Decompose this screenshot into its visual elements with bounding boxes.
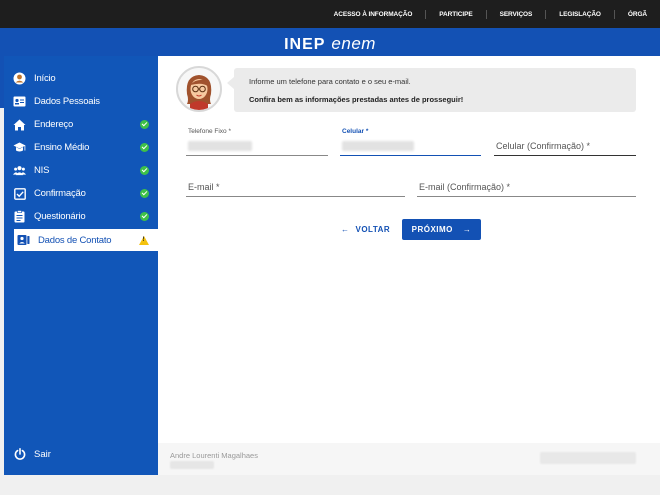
users-icon — [13, 164, 26, 177]
sidebar-item-label: Dados de Contato — [38, 234, 112, 246]
user-name: Andre Lourenti Magalhaes — [170, 451, 258, 460]
sidebar-item-label: Ensino Médio — [34, 142, 90, 153]
back-label: VOLTAR — [355, 225, 391, 234]
main-content: Informe um telefone para contato e o seu… — [158, 56, 660, 443]
sidebar-item-endereco[interactable]: Endereço — [4, 113, 158, 136]
email-placeholder: E-mail * — [188, 182, 220, 192]
celular-confirmacao-field[interactable]: Celular (Confirmação) * — [494, 128, 636, 156]
telefone-fixo-label: Telefone Fixo * — [188, 128, 231, 135]
nav-link-orgaos[interactable]: ÓRGÃ — [615, 11, 660, 18]
sidebar-item-label: Confirmação — [34, 188, 86, 199]
next-label: PRÓXIMO — [411, 225, 453, 234]
sidebar-item-label: Início — [34, 73, 56, 84]
sidebar-item-label: NIS — [34, 165, 50, 176]
top-nav: ACESSO À INFORMAÇÃO PARTICIPE SERVIÇOS L… — [321, 0, 660, 28]
email-confirmacao-field[interactable]: E-mail (Confirmação) * — [417, 176, 636, 197]
sidebar-item-dados-pessoais[interactable]: Dados Pessoais — [4, 90, 158, 113]
message-line-2: Confira bem as informações prestadas ant… — [249, 95, 464, 104]
field-underline — [186, 196, 405, 197]
nav-link-participe[interactable]: PARTICIPE — [426, 11, 485, 18]
arrow-left-icon: ← — [341, 225, 350, 234]
arrow-right-icon: → — [462, 225, 472, 234]
inep-enem-logo[interactable]: INEP enem — [0, 34, 660, 54]
field-underline — [340, 154, 481, 156]
sidebar-item-confirmacao[interactable]: Confirmação — [4, 182, 158, 205]
instruction-message: Informe um telefone para contato e o seu… — [227, 68, 636, 112]
footer-info-redacted — [540, 452, 636, 464]
check-circle-icon — [140, 212, 149, 221]
sidebar-item-label: Dados Pessoais — [34, 96, 100, 107]
logout-button[interactable]: Sair — [4, 444, 158, 464]
logout-label: Sair — [34, 448, 51, 460]
message-line-1: Informe um telefone para contato e o seu… — [249, 77, 411, 86]
check-circle-icon — [140, 166, 149, 175]
telefone-fixo-value-redacted — [188, 141, 252, 151]
check-circle-icon — [140, 189, 149, 198]
footer: Andre Lourenti Magalhaes — [158, 443, 660, 475]
user-circle-icon — [13, 72, 26, 85]
celular-confirmacao-placeholder: Celular (Confirmação) * — [496, 141, 591, 151]
checkbox-icon — [13, 187, 26, 200]
celular-value-redacted — [342, 141, 414, 151]
back-button[interactable]: ← VOLTAR — [341, 222, 391, 237]
sidebar-item-ensino-medio[interactable]: Ensino Médio — [4, 136, 158, 159]
nav-link-acesso-informacao[interactable]: ACESSO À INFORMAÇÃO — [321, 11, 426, 18]
power-icon — [13, 448, 26, 461]
field-underline — [417, 196, 636, 197]
logo-enem: enem — [331, 34, 376, 53]
sidebar-item-nis[interactable]: NIS — [4, 159, 158, 182]
gov-top-bar: ACESSO À INFORMAÇÃO PARTICIPE SERVIÇOS L… — [0, 0, 660, 28]
user-id-redacted — [170, 461, 214, 469]
field-underline — [494, 154, 636, 156]
sidebar-item-dados-de-contato[interactable]: Dados de Contato — [14, 229, 158, 251]
email-field[interactable]: E-mail * — [186, 176, 405, 197]
clipboard-icon — [13, 210, 26, 223]
email-confirmacao-placeholder: E-mail (Confirmação) * — [419, 182, 511, 192]
check-circle-icon — [140, 120, 149, 129]
next-button[interactable]: PRÓXIMO → — [402, 219, 481, 240]
nav-link-servicos[interactable]: SERVIÇOS — [487, 11, 546, 18]
id-card-icon — [13, 95, 26, 108]
sidebar-item-inicio[interactable]: Início — [4, 67, 158, 90]
field-underline — [186, 155, 328, 156]
assistant-avatar — [176, 66, 222, 112]
sidebar-item-label: Questionário — [34, 211, 86, 222]
contact-icon — [17, 234, 30, 247]
home-icon — [13, 118, 26, 131]
celular-field[interactable]: Celular * — [340, 128, 481, 156]
nav-link-legislacao[interactable]: LEGISLAÇÃO — [546, 11, 614, 18]
celular-label: Celular * — [342, 128, 369, 135]
sidebar-item-label: Endereço — [34, 119, 74, 130]
logo-inep: INEP — [284, 36, 326, 53]
sidebar: Início Dados Pessoais Endereço Ensino Mé… — [4, 56, 158, 475]
sidebar-item-questionario[interactable]: Questionário — [4, 205, 158, 228]
warning-icon — [139, 235, 149, 245]
telefone-fixo-field[interactable]: Telefone Fixo * — [186, 128, 328, 156]
graduation-cap-icon — [13, 141, 26, 154]
check-circle-icon — [140, 143, 149, 152]
